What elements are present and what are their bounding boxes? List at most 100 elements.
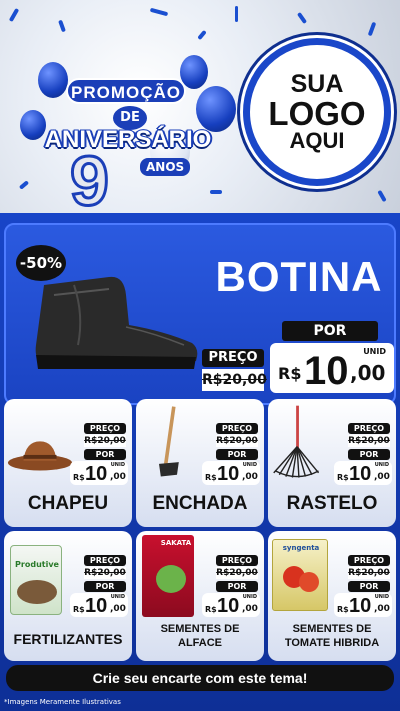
currency: R$ — [73, 605, 85, 614]
currency: R$ — [205, 605, 217, 614]
seed-brand: SAKATA — [160, 539, 192, 547]
price-integer: 10 — [217, 463, 240, 485]
por-label: POR — [348, 449, 390, 460]
offers-area: -50% BOTINA PREÇO R$20,00 POR R$ 10 ,00 … — [0, 213, 400, 711]
new-price-box: R$ 10 ,00 UNID — [270, 343, 394, 393]
currency: R$ — [278, 364, 302, 383]
confetti-decoration — [235, 6, 238, 22]
unit-label: UNID — [374, 594, 389, 600]
confetti-decoration — [149, 7, 169, 17]
disclaimer-text: *Imagens Meramente Ilustrativas — [4, 698, 121, 706]
price-integer: 10 — [349, 463, 372, 485]
product-card-sementes-alface[interactable]: SAKATA PREÇO R$20,00 POR R$ 10 ,00 UNID … — [136, 531, 264, 661]
por-label: POR — [216, 449, 258, 460]
old-price: R$20,00 — [84, 435, 126, 447]
fertilizer-bag-image: Produtive — [10, 545, 62, 615]
price-cents: ,00 — [110, 472, 126, 482]
product-card-rastelo[interactable]: PREÇO R$20,00 POR R$ 10 ,00 UNID RASTELO — [268, 399, 396, 527]
price-integer: 10 — [349, 595, 372, 617]
preco-label: PREÇO — [84, 423, 126, 434]
preco-label: PREÇO — [348, 423, 390, 434]
preco-label: PREÇO — [216, 423, 258, 434]
por-label: POR — [84, 449, 126, 460]
currency: R$ — [337, 605, 349, 614]
por-label: POR — [348, 581, 390, 592]
por-label: POR — [84, 581, 126, 592]
confetti-decoration — [377, 189, 387, 203]
por-label: POR — [216, 581, 258, 592]
price-cents: ,00 — [242, 604, 258, 614]
unit-label: UNID — [110, 594, 125, 600]
anniversary-badge: PROMOÇÃO DE ANIVERSÁRIO 9 ANOS — [8, 38, 238, 213]
new-price-box: R$ 10 ,00 UNID — [202, 593, 260, 617]
confetti-decoration — [210, 190, 222, 194]
currency: R$ — [337, 473, 349, 482]
new-price-box: R$ 10 ,00 UNID — [202, 461, 260, 485]
price-integer: 10 — [217, 595, 240, 617]
old-price: R$20,00 — [202, 369, 267, 391]
product-name: CHAPEU — [27, 493, 109, 514]
confetti-decoration — [58, 19, 66, 33]
product-name-line-1: SEMENTES DE — [160, 623, 240, 635]
logo-line-3: AQUI — [289, 128, 345, 153]
old-price: R$20,00 — [84, 567, 126, 579]
boot-image — [35, 276, 198, 369]
preco-label: PREÇO — [202, 349, 264, 367]
por-label: POR — [282, 321, 378, 341]
new-price-box: R$ 10 ,00 UNID — [334, 593, 392, 617]
confetti-decoration — [367, 21, 377, 37]
hoe-image — [159, 406, 179, 477]
product-name: FERTILIZANTES — [13, 631, 123, 647]
product-name-line-2: TOMATE HIBRIDA — [284, 637, 380, 649]
tomato-seed-packet-image: syngenta — [272, 539, 328, 611]
new-price-box: R$ 10 ,00 UNID — [70, 461, 128, 485]
age-number: 9 — [69, 142, 111, 214]
old-price: R$20,00 — [216, 567, 258, 579]
seed-packet-image: SAKATA — [142, 535, 194, 617]
price-integer: 10 — [85, 463, 108, 485]
fertilizer-brand: Produtive — [15, 560, 59, 569]
hero-product-card[interactable]: -50% BOTINA PREÇO R$20,00 POR R$ 10 ,00 … — [4, 223, 396, 405]
currency: R$ — [205, 473, 217, 482]
hero-title: BOTINA — [215, 253, 383, 300]
product-name-line-2: ALFACE — [178, 637, 222, 649]
preco-label: PREÇO — [216, 555, 258, 566]
price-cents: ,00 — [110, 604, 126, 614]
confetti-decoration — [296, 11, 308, 25]
logo-line-1: SUA — [290, 70, 344, 98]
new-price-box: R$ 10 ,00 UNID — [334, 461, 392, 485]
unit-label: UNID — [242, 594, 257, 600]
price-cents: ,00 — [242, 472, 258, 482]
header-banner: PROMOÇÃO DE ANIVERSÁRIO 9 ANOS SUA LOGO … — [0, 0, 400, 213]
confetti-decoration — [8, 7, 20, 23]
logo-line-2: LOGO — [268, 95, 366, 132]
product-card-enchada[interactable]: PREÇO R$20,00 POR R$ 10 ,00 UNID ENCHADA — [136, 399, 264, 527]
aniversario-word: ANIVERSÁRIO — [44, 125, 213, 154]
old-price: R$20,00 — [216, 435, 258, 447]
rake-image — [273, 405, 320, 478]
preco-label: PREÇO — [348, 555, 390, 566]
currency: R$ — [73, 473, 85, 482]
logo-placeholder[interactable]: SUA LOGO AQUI — [243, 38, 391, 186]
price-integer: 10 — [85, 595, 108, 617]
price-integer: 10 — [304, 349, 349, 393]
old-price: R$20,00 — [348, 567, 390, 579]
product-name-line-1: SEMENTES DE — [292, 623, 372, 635]
unit-label: UNID — [110, 462, 125, 468]
product-card-chapeu[interactable]: PREÇO R$20,00 POR R$ 10 ,00 UNID CHAPEU — [4, 399, 132, 527]
product-name: ENCHADA — [152, 493, 248, 514]
product-card-fertilizantes[interactable]: Produtive PREÇO R$20,00 POR R$ 10 ,00 UN… — [4, 531, 132, 661]
promo-word: PROMOÇÃO — [66, 78, 186, 104]
old-price: R$20,00 — [348, 435, 390, 447]
hat-image — [7, 441, 73, 471]
product-name: RASTELO — [286, 493, 378, 514]
price-cents: ,00 — [374, 472, 390, 482]
anos-word: ANOS — [140, 158, 191, 176]
seed-brand: syngenta — [282, 544, 320, 552]
cta-button[interactable]: Crie seu encarte com este tema! — [6, 665, 394, 691]
new-price-box: R$ 10 ,00 UNID — [70, 593, 128, 617]
product-card-sementes-tomate[interactable]: syngenta PREÇO R$20,00 POR R$ 10 ,00 UNI… — [268, 531, 396, 661]
price-cents: ,00 — [374, 604, 390, 614]
preco-label: PREÇO — [84, 555, 126, 566]
unit-label: UNID — [374, 462, 389, 468]
